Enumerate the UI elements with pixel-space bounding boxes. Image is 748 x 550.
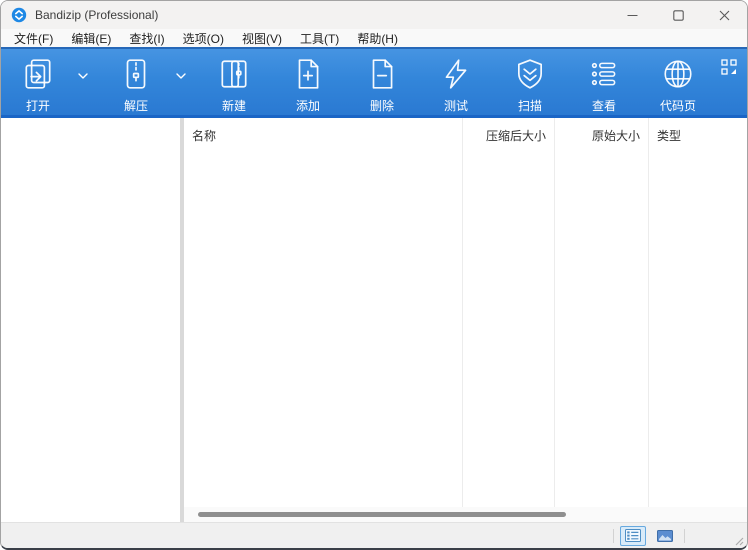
preview-pane-icon (657, 530, 673, 542)
toolbar-button-new[interactable]: 新建 (202, 57, 266, 113)
toolbar-label: 添加 (296, 99, 320, 113)
extract-dropdown-chevron[interactable] (168, 57, 194, 95)
toolbar: 打开 解压 新建 (1, 47, 747, 118)
separator (613, 529, 614, 543)
column-divider (184, 152, 463, 507)
open-archive-icon (21, 57, 55, 91)
preview-pane-button[interactable] (652, 526, 678, 546)
chevron-down-icon (176, 73, 186, 79)
column-header-name[interactable]: 名称 (184, 118, 463, 152)
test-archive-icon (439, 57, 473, 91)
details-view-icon (625, 529, 641, 542)
toolbar-button-extract[interactable]: 解压 (104, 57, 168, 113)
new-archive-icon (217, 57, 251, 91)
delete-files-icon (365, 57, 399, 91)
chevron-down-icon (78, 73, 88, 79)
column-header-original-size[interactable]: 原始大小 (555, 118, 649, 152)
toolbar-button-test[interactable]: 测试 (424, 57, 488, 113)
window-title: Bandizip (Professional) (35, 8, 158, 22)
close-button[interactable] (701, 1, 747, 29)
menu-item-find[interactable]: 查找(I) (120, 29, 173, 47)
minimize-button[interactable] (609, 1, 655, 29)
toolbar-button-open[interactable]: 打开 (6, 57, 70, 113)
bandizip-window: Bandizip (Professional) 文件(F) 编辑(E) 查找(I… (0, 0, 748, 550)
file-list-body (184, 152, 747, 507)
toolbar-label: 代码页 (660, 99, 696, 113)
window-controls (609, 1, 747, 29)
codepage-icon (661, 57, 695, 91)
toolbar-label: 新建 (222, 99, 246, 113)
maximize-icon (673, 10, 684, 21)
separator (684, 529, 685, 543)
toolbar-label: 解压 (124, 99, 148, 113)
scrollbar-thumb[interactable] (198, 512, 566, 517)
menu-item-edit[interactable]: 编辑(E) (62, 29, 120, 47)
status-bar (1, 522, 747, 548)
file-list-header: 名称 压缩后大小 原始大小 类型 (184, 118, 747, 152)
column-divider (649, 152, 747, 507)
file-list-pane: 名称 压缩后大小 原始大小 类型 (184, 118, 747, 522)
column-divider (555, 152, 649, 507)
add-files-icon (291, 57, 325, 91)
extract-archive-icon (119, 57, 153, 91)
toolbar-label: 查看 (592, 99, 616, 113)
column-divider (463, 152, 555, 507)
close-icon (719, 10, 730, 21)
menu-item-view[interactable]: 视图(V) (233, 29, 291, 47)
folder-tree-panel (1, 118, 184, 522)
toolbar-label: 删除 (370, 99, 394, 113)
maximize-button[interactable] (655, 1, 701, 29)
resize-grip[interactable] (732, 534, 744, 546)
horizontal-scrollbar[interactable] (184, 507, 747, 522)
toolbar-button-delete[interactable]: 删除 (350, 57, 414, 113)
view-file-icon (587, 57, 621, 91)
menubar: 文件(F) 编辑(E) 查找(I) 选项(O) 视图(V) 工具(T) 帮助(H… (1, 29, 747, 47)
scan-virus-icon (513, 57, 547, 91)
bandizip-logo-icon[interactable] (11, 7, 27, 23)
column-header-compressed-size[interactable]: 压缩后大小 (463, 118, 555, 152)
toolbar-button-scan[interactable]: 扫描 (498, 57, 562, 113)
menu-item-tools[interactable]: 工具(T) (291, 29, 348, 47)
customize-toolbar-button[interactable] (721, 59, 739, 77)
customize-toolbar-icon (721, 59, 737, 75)
minimize-icon (627, 10, 638, 21)
menu-item-help[interactable]: 帮助(H) (348, 29, 407, 47)
menu-item-file[interactable]: 文件(F) (5, 29, 62, 47)
details-view-button[interactable] (620, 526, 646, 546)
open-dropdown-chevron[interactable] (70, 57, 96, 95)
view-toggle-group (613, 523, 685, 548)
toolbar-label: 扫描 (518, 99, 542, 113)
content-area: 名称 压缩后大小 原始大小 类型 (1, 118, 747, 522)
toolbar-button-codepage[interactable]: 代码页 (646, 57, 710, 113)
menu-item-options[interactable]: 选项(O) (174, 29, 233, 47)
column-header-type[interactable]: 类型 (649, 118, 747, 152)
toolbar-button-view[interactable]: 查看 (572, 57, 636, 113)
titlebar: Bandizip (Professional) (1, 1, 747, 29)
toolbar-label: 测试 (444, 99, 468, 113)
toolbar-label: 打开 (26, 99, 50, 113)
toolbar-button-add[interactable]: 添加 (276, 57, 340, 113)
